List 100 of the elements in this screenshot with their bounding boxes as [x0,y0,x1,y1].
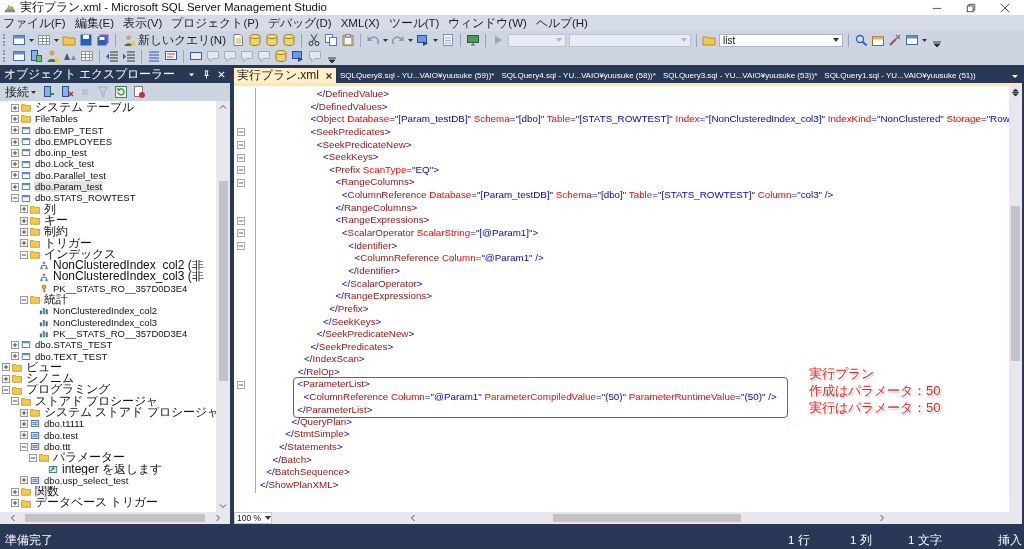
person-icon[interactable] [123,33,136,47]
minus-box-icon[interactable] [20,250,28,259]
menu-item[interactable]: プロジェクト(P) [171,15,259,31]
plus-box-icon[interactable] [20,216,28,225]
menu-item[interactable]: ヘルプ(H) [535,15,588,31]
document-tab[interactable]: SQLQuery3.sql - YU...VAIO¥yuusuke (53))* [659,68,821,83]
outdent-icon[interactable] [105,49,119,63]
tree-item[interactable]: dbo.STATS_ROWTEST [34,192,137,204]
tree-item[interactable]: dbo.inp_test [34,147,88,159]
database-icon[interactable] [274,49,288,63]
double-floppy-icon[interactable] [96,33,110,47]
minus-box-icon[interactable] [237,128,245,137]
connect-button[interactable]: 接続 [3,84,38,100]
zoom-combo-box[interactable]: 100 % [234,512,272,524]
plus-box-icon[interactable] [20,239,28,248]
arrow-icon[interactable] [291,49,305,63]
scissors-icon[interactable] [306,33,321,47]
tree-item[interactable]: トリガー [43,237,93,249]
plus-box-icon[interactable] [11,171,19,180]
tree-item[interactable]: FileTables [34,113,79,125]
plus-box-icon[interactable] [11,340,19,349]
tree-item[interactable]: NonClusteredIndex_col2 (非 [52,260,205,272]
grid-icon[interactable] [80,49,94,63]
plus-box-icon[interactable] [11,126,19,135]
database-icon[interactable] [264,33,279,47]
plus-box-icon[interactable] [11,352,19,361]
tree-item[interactable]: dbo.test [43,429,79,441]
window-icon[interactable] [904,33,919,47]
plus-box-icon[interactable] [20,205,28,214]
close-icon[interactable] [1000,2,1010,13]
tree-item[interactable]: NonClusteredIndex_col2 [52,305,159,317]
tree-item[interactable]: キー [43,214,69,227]
vertical-scrollbar[interactable] [216,101,230,512]
scrollbar-thumb[interactable] [25,514,205,522]
document-tab[interactable]: SQLQuery4.sql - YU...VAIO¥yuusuke (58))* [498,68,659,83]
plus-box-icon[interactable] [20,476,28,485]
database-icon[interactable] [247,33,262,47]
refresh-icon[interactable] [114,85,128,99]
new-query-button[interactable]: 新しいクエリ(N) [121,32,228,48]
minus-box-icon[interactable] [20,442,28,451]
floppy-icon[interactable] [79,33,93,47]
database-icon[interactable] [281,33,296,47]
plus-box-icon[interactable] [20,431,28,440]
document-tab[interactable]: SQLQuery1.sql - YU...VAIO¥yuusuke (51)) [821,68,979,83]
caret-icon[interactable] [1011,72,1019,80]
plus-box-icon[interactable] [20,419,28,428]
page-icon[interactable] [132,85,146,99]
tree-item[interactable]: 列 [43,203,57,215]
tree-item[interactable]: dbo.Parallel_test [34,169,107,182]
scrollbar-thumb[interactable] [218,181,228,381]
plus-box-icon[interactable] [11,137,19,146]
indent-icon[interactable] [122,49,136,63]
tree-item[interactable]: dbo.EMPLOYEES [34,135,114,148]
plus-box-icon[interactable] [2,363,10,372]
caret-icon[interactable] [832,38,839,42]
plus-box-icon[interactable] [2,374,10,383]
tree-item[interactable]: PK__STATS_RO__357D0D3E4 [52,327,189,340]
menu-item[interactable]: 表示(V) [123,15,163,31]
minus-box-icon[interactable] [237,153,245,162]
plus-box-icon[interactable] [11,114,19,123]
tree-item[interactable]: NonClusteredIndex_col3 (非 [52,271,205,283]
horizontal-scrollbar[interactable] [0,512,230,524]
splitter-icon[interactable] [1011,88,1020,97]
minus-box-icon[interactable] [237,166,245,175]
tree-item[interactable]: dbo.usp_select_test [43,474,130,487]
tree-item[interactable]: インデックス [43,248,117,261]
menu-item[interactable]: XML(X) [340,17,380,29]
clipboard-icon[interactable] [340,33,355,47]
minus-box-icon[interactable] [237,216,245,225]
tree-item[interactable]: dbo.Param_test [34,181,104,193]
document-tab[interactable]: SQLQuery8.sql - YU...VAIO¥yuusuke (59))* [337,68,498,83]
menu-item[interactable]: ウィンドウ(W) [448,15,527,31]
window-icon[interactable] [12,49,26,63]
caret-icon[interactable] [265,516,271,520]
minus-box-icon[interactable] [29,453,37,462]
menu-item[interactable]: ファイル(F) [3,15,66,31]
comment-icon[interactable] [164,49,178,63]
arrow-icon[interactable] [415,33,430,47]
tree-item[interactable]: パラメーター [52,452,126,464]
tree-item[interactable]: PK__STATS_RO__357D0D3E4 [52,282,189,295]
tree-item[interactable]: 関数 [34,486,60,498]
tree-item[interactable]: dbo.Lock_test [34,158,96,170]
tree-item[interactable]: データベース トリガー [34,497,160,509]
minus-box-icon[interactable] [20,295,28,304]
minus-box-icon[interactable] [11,397,19,406]
document-icon[interactable] [230,33,245,47]
pin-icon[interactable] [202,69,211,79]
menu-item[interactable]: デバッグ(D) [267,15,332,31]
minus-box-icon[interactable] [237,242,245,250]
plus-box-icon[interactable] [11,103,19,112]
minus-box-icon[interactable] [2,386,10,395]
server-icon[interactable] [29,49,43,63]
minus-box-icon[interactable] [237,229,245,238]
server-icon[interactable] [60,85,74,99]
scrollbar-thumb[interactable] [1011,206,1020,361]
wrench-icon[interactable] [887,33,902,47]
minus-box-icon[interactable] [11,194,19,202]
tree-item[interactable]: 制約 [43,226,69,238]
close-icon[interactable] [325,71,333,80]
rectangle-icon[interactable] [189,49,203,63]
